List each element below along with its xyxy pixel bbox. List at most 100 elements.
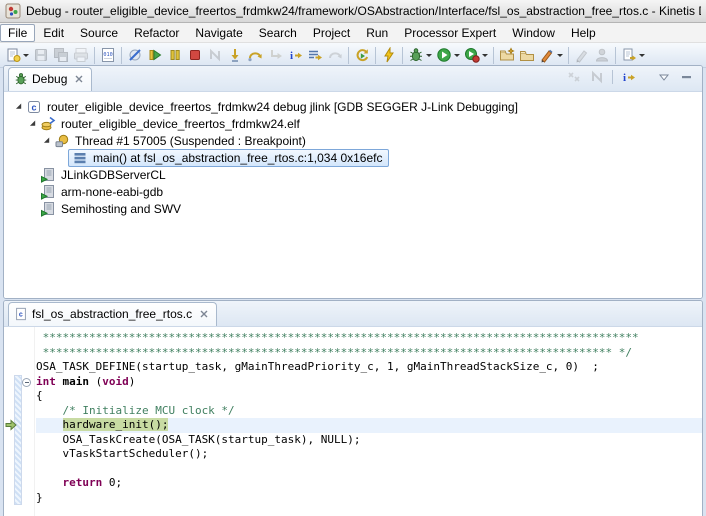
resume-button[interactable] (146, 46, 164, 64)
workbench: Debug i c router_eligible_device_freertos… (0, 65, 706, 516)
tree-row[interactable]: crouter_eligible_device_freertos_frdmkw2… (4, 98, 702, 115)
expand-arrow-icon[interactable] (40, 133, 54, 148)
dropdown-arrow-icon[interactable] (454, 54, 460, 57)
binary-file-button[interactable]: 010 (99, 46, 117, 64)
profile-icon (464, 47, 480, 63)
menu-file[interactable]: File (0, 24, 35, 42)
fold-collapse-icon[interactable] (22, 378, 31, 387)
menu-run[interactable]: Run (358, 24, 396, 42)
resume-at-line-icon (307, 47, 323, 63)
code-line: int main (void) (36, 375, 702, 390)
debug-view-tabstrip: Debug i (4, 66, 702, 92)
suspend-icon (167, 47, 183, 63)
save-button[interactable] (32, 46, 50, 64)
code-line (36, 462, 702, 477)
tree-row[interactable]: Semihosting and SWV (4, 200, 702, 217)
separator (348, 47, 349, 64)
dropdown-arrow-icon[interactable] (426, 54, 432, 57)
edit-mode-button[interactable] (573, 46, 591, 64)
menu-processor-expert[interactable]: Processor Expert (396, 24, 504, 42)
tab-debug-label: Debug (32, 72, 67, 86)
code-line: OSA_TASK_DEFINE(startup_task, gMainThrea… (36, 360, 702, 375)
separator (375, 47, 376, 64)
tree-row[interactable]: JLinkGDBServerCL (4, 166, 702, 183)
menu-project[interactable]: Project (305, 24, 358, 42)
marker-button[interactable] (538, 46, 564, 64)
save-all-button[interactable] (52, 46, 70, 64)
flash-from-file-button[interactable] (380, 46, 398, 64)
profile-button[interactable] (463, 46, 489, 64)
view-menu-icon (656, 69, 672, 85)
dropdown-arrow-icon[interactable] (557, 54, 563, 57)
app-icon (5, 3, 21, 19)
suspend-button[interactable] (166, 46, 184, 64)
terminate-button[interactable] (186, 46, 204, 64)
tab-editor[interactable]: c fsl_os_abstraction_free_rtos.c (8, 302, 217, 326)
team-contact-button[interactable] (593, 46, 611, 64)
menu-window[interactable]: Window (504, 24, 563, 42)
dropdown-arrow-icon[interactable] (482, 54, 488, 57)
disconnect-button[interactable] (206, 46, 224, 64)
new-wizard-button[interactable] (4, 46, 30, 64)
step-return-button[interactable] (266, 46, 284, 64)
debug-button[interactable] (407, 46, 433, 64)
menu-help[interactable]: Help (563, 24, 604, 42)
step-misc-button[interactable] (326, 46, 344, 64)
reset-target-button[interactable] (353, 46, 371, 64)
new-wizard-folder-button[interactable] (498, 46, 516, 64)
svg-text:i: i (290, 50, 293, 62)
view-menu-button[interactable] (655, 68, 673, 86)
thread-icon (54, 133, 70, 149)
resume-at-line-button[interactable] (306, 46, 324, 64)
editor-content: ****************************************… (4, 327, 702, 516)
dropdown-arrow-icon[interactable] (23, 54, 29, 57)
tree-row[interactable]: main() at fsl_os_abstraction_free_rtos.c… (4, 149, 702, 166)
minimize-button[interactable] (678, 68, 696, 86)
code-line: return 0; (36, 476, 702, 491)
tab-editor-label: fsl_os_abstraction_free_rtos.c (32, 307, 192, 321)
remove-all-terminated-icon (566, 69, 582, 85)
instruction-stepping-button[interactable]: i (286, 46, 304, 64)
titlebar: Debug - router_eligible_device_freertos_… (0, 0, 706, 23)
tab-debug[interactable]: Debug (8, 67, 92, 91)
svg-text:c: c (32, 102, 37, 112)
code-line: OSA_TaskCreate(OSA_TASK(startup_task), N… (36, 433, 702, 448)
dropdown-arrow-icon[interactable] (639, 54, 645, 57)
process-icon (40, 201, 56, 217)
code-area[interactable]: ****************************************… (36, 331, 702, 505)
debug-view: Debug i c router_eligible_device_freertos… (3, 65, 703, 299)
editor-tabstrip: c fsl_os_abstraction_free_rtos.c (4, 301, 702, 327)
run-button[interactable] (435, 46, 461, 64)
expand-arrow-icon[interactable] (12, 99, 26, 114)
print-button[interactable] (72, 46, 90, 64)
code-line: } (36, 491, 702, 506)
tree-row[interactable]: arm-none-eabi-gdb (4, 183, 702, 200)
instruction-stepping-icon: i (287, 47, 303, 63)
expand-arrow-icon[interactable] (26, 116, 40, 131)
skip-all-breakpoints-button[interactable] (126, 46, 144, 64)
menu-refactor[interactable]: Refactor (126, 24, 187, 42)
menu-navigate[interactable]: Navigate (187, 24, 250, 42)
code-line: /* Initialize MCU clock */ (36, 404, 702, 419)
last-edit-location-button[interactable] (620, 46, 646, 64)
edit-mode-icon (574, 47, 590, 63)
selected-stack-frame[interactable]: main() at fsl_os_abstraction_free_rtos.c… (68, 149, 389, 167)
close-icon[interactable] (74, 74, 84, 84)
step-into-button[interactable] (226, 46, 244, 64)
run-icon (436, 47, 452, 63)
close-icon[interactable] (199, 309, 209, 319)
menu-source[interactable]: Source (72, 24, 126, 42)
tree-row[interactable]: router_eligible_device_freertos_frdmkw24… (4, 115, 702, 132)
disconnect-view-button[interactable] (588, 68, 606, 86)
step-over-button[interactable] (246, 46, 264, 64)
c-file-icon: c (14, 307, 28, 321)
open-folder-button[interactable] (518, 46, 536, 64)
menu-edit[interactable]: Edit (35, 24, 72, 42)
ruler-divider (34, 327, 35, 516)
last-edit-location-icon (621, 47, 637, 63)
remove-all-terminated-button[interactable] (565, 68, 583, 86)
tree-row[interactable]: Thread #1 57005 (Suspended : Breakpoint) (4, 132, 702, 149)
instruction-stepping-mode-button[interactable]: i (619, 68, 637, 86)
debug-tree[interactable]: c router_eligible_device_freertos_frdmkw2… (4, 92, 702, 298)
menu-search[interactable]: Search (251, 24, 305, 42)
